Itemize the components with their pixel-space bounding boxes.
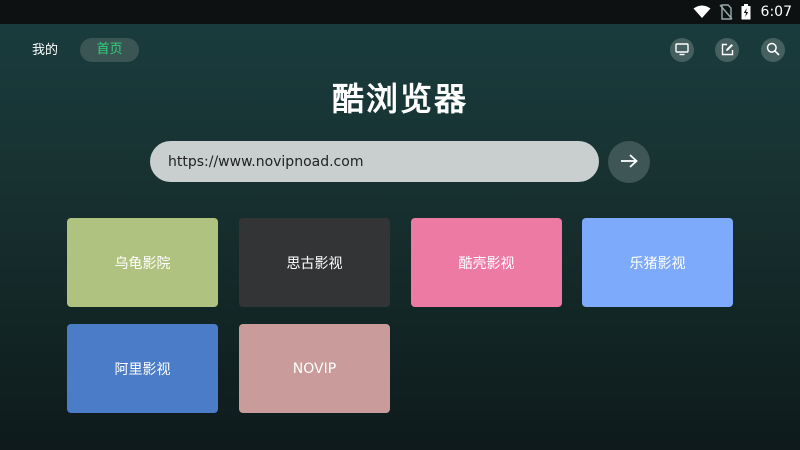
site-tile-sigu[interactable]: 思古影视 xyxy=(239,218,390,307)
site-tile-label: 酷壳影视 xyxy=(458,255,515,272)
site-tile-label: 思古影视 xyxy=(286,255,343,272)
app-title: 酷浏览器 xyxy=(331,80,468,118)
site-tile-kuke[interactable]: 酷壳影视 xyxy=(411,218,562,307)
tv-icon xyxy=(675,41,689,60)
site-tile-label: 乐猪影视 xyxy=(629,255,686,272)
site-tile-novip[interactable]: NOVIP xyxy=(239,324,390,413)
url-input[interactable] xyxy=(150,141,599,182)
status-bar: 6:07 xyxy=(0,0,800,24)
edit-button[interactable] xyxy=(715,38,739,62)
edit-icon xyxy=(721,41,734,60)
arrow-right-icon xyxy=(620,153,638,172)
search-icon xyxy=(766,41,780,60)
battery-charging-icon xyxy=(741,4,751,20)
site-tile-label: 乌龟影院 xyxy=(114,255,171,272)
tab-mine[interactable]: 我的 xyxy=(22,38,68,64)
clock: 6:07 xyxy=(760,4,792,20)
site-tile-lezhu[interactable]: 乐猪影视 xyxy=(582,218,733,307)
tv-button[interactable] xyxy=(670,38,694,62)
no-sim-icon xyxy=(719,4,733,20)
site-tile-wugui[interactable]: 乌龟影院 xyxy=(67,218,218,307)
site-tile-ali[interactable]: 阿里影视 xyxy=(67,324,218,413)
header: 我的 首页 xyxy=(0,24,800,76)
tab-home[interactable]: 首页 xyxy=(80,38,139,62)
site-tile-label: 阿里影视 xyxy=(114,361,171,378)
wifi-icon xyxy=(693,5,711,19)
go-button[interactable] xyxy=(608,141,650,183)
search-button[interactable] xyxy=(761,38,785,62)
site-tile-label: NOVIP xyxy=(292,360,337,377)
